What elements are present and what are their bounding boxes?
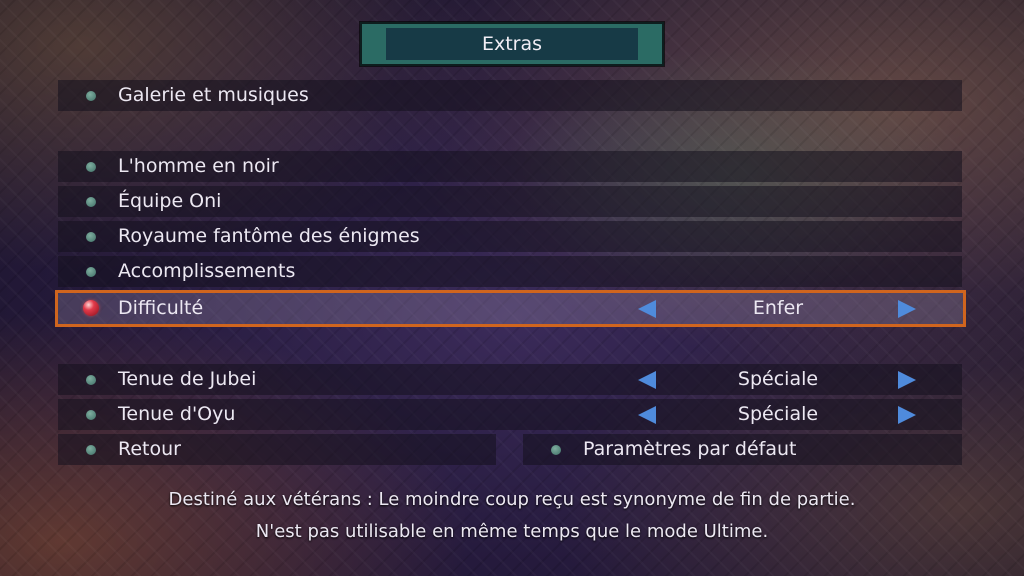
arrow-right-icon[interactable] (898, 300, 916, 318)
bullet-icon (86, 162, 96, 172)
arrow-right-icon[interactable] (898, 406, 916, 424)
arrow-left-icon[interactable] (638, 371, 656, 389)
menu-item-jubei-outfit[interactable]: Tenue de Jubei Spéciale (58, 364, 962, 395)
menu-item-label: Équipe Oni (118, 190, 222, 212)
menu-item-oni-team[interactable]: Équipe Oni (58, 186, 962, 217)
help-text-line-1: Destiné aux vétérans : Le moindre coup r… (168, 489, 856, 510)
bullet-icon (86, 410, 96, 420)
bullet-icon (86, 91, 96, 101)
bullet-icon (86, 375, 96, 385)
bullet-icon (86, 445, 96, 455)
jubei-outfit-value: Spéciale (737, 368, 819, 390)
menu-item-label: Galerie et musiques (118, 84, 309, 106)
bullet-icon (86, 197, 96, 207)
bullet-icon (551, 445, 561, 455)
default-settings-button[interactable]: Paramètres par défaut (523, 434, 962, 465)
menu-item-label: Royaume fantôme des énigmes (118, 225, 420, 247)
arrow-right-icon[interactable] (898, 371, 916, 389)
page-title: Extras (386, 28, 638, 60)
back-button[interactable]: Retour (58, 434, 496, 465)
bullet-icon (86, 267, 96, 277)
arrow-left-icon[interactable] (638, 406, 656, 424)
menu-item-label: Paramètres par défaut (583, 438, 797, 460)
menu-item-label: Difficulté (118, 297, 204, 319)
menu-item-label: Retour (118, 438, 181, 460)
help-text-line-2: N'est pas utilisable en même temps que l… (255, 521, 769, 542)
menu-item-man-in-black[interactable]: L'homme en noir (58, 151, 962, 182)
oyu-outfit-value: Spéciale (737, 403, 819, 425)
difficulty-value: Enfer (752, 297, 804, 319)
title-frame: Extras (360, 22, 664, 66)
menu-item-label: L'homme en noir (118, 155, 279, 177)
menu-item-gallery[interactable]: Galerie et musiques (58, 80, 962, 111)
menu-item-difficulty[interactable]: Difficulté Enfer (55, 290, 966, 327)
menu-item-achievements[interactable]: Accomplissements (58, 256, 962, 287)
menu-item-label: Tenue de Jubei (118, 368, 257, 390)
menu-item-riddle-kingdom[interactable]: Royaume fantôme des énigmes (58, 221, 962, 252)
selected-bullet-icon (83, 300, 99, 316)
bullet-icon (86, 232, 96, 242)
menu-item-label: Tenue d'Oyu (118, 403, 236, 425)
menu-item-oyu-outfit[interactable]: Tenue d'Oyu Spéciale (58, 399, 962, 430)
menu-item-label: Accomplissements (118, 260, 296, 282)
arrow-left-icon[interactable] (638, 300, 656, 318)
